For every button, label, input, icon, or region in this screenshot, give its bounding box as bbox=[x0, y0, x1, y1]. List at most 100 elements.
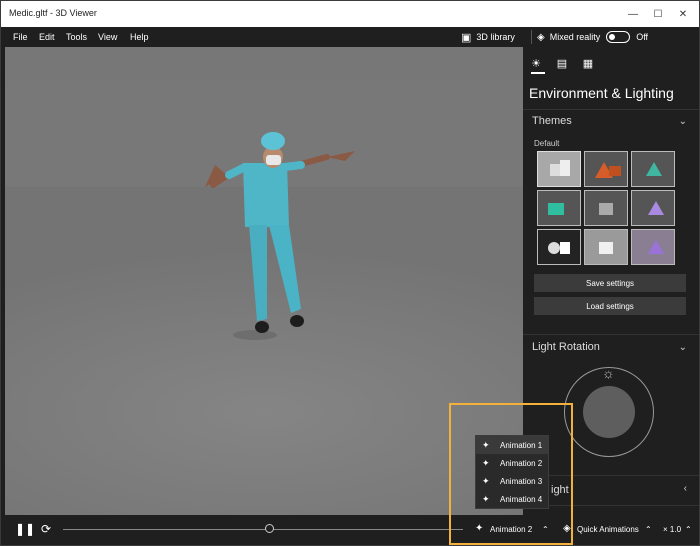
light-rotation-title[interactable]: Light Rotation bbox=[532, 341, 600, 353]
themes-section-title[interactable]: Themes bbox=[532, 115, 572, 127]
theme-tile[interactable] bbox=[584, 151, 628, 187]
timeline-track[interactable] bbox=[63, 529, 463, 530]
menu-view[interactable]: View bbox=[98, 32, 117, 42]
light-sphere bbox=[583, 386, 635, 438]
left-leg bbox=[249, 225, 267, 321]
menu-help[interactable]: Help bbox=[130, 32, 149, 42]
theme-tile[interactable] bbox=[537, 151, 581, 187]
chevron-down-icon[interactable]: ⌄ bbox=[679, 116, 687, 127]
scrubs-top bbox=[243, 163, 289, 227]
speed-label[interactable]: × 1.0 bbox=[663, 525, 681, 534]
save-settings-button[interactable]: Save settings bbox=[534, 274, 686, 292]
load-settings-button[interactable]: Load settings bbox=[534, 297, 686, 315]
timeline-thumb[interactable] bbox=[265, 524, 274, 533]
animation-item[interactable]: ✦ Animation 1 bbox=[476, 436, 548, 454]
menu-edit[interactable]: Edit bbox=[39, 32, 55, 42]
themes-sub-label: Default bbox=[534, 139, 560, 148]
quick-animations-icon[interactable]: ◈ bbox=[563, 523, 571, 534]
animation-item-label: Animation 3 bbox=[500, 476, 543, 486]
sun-tab-icon[interactable]: ☀ bbox=[529, 57, 543, 70]
animation-dropdown: ✦ Animation 1 ✦ Animation 2 ✦ Animation 3 ✦… bbox=[475, 435, 549, 509]
right-shoe bbox=[290, 315, 304, 327]
theme-shape bbox=[646, 162, 662, 176]
left-shoe bbox=[255, 321, 269, 333]
mixed-reality-state: Off bbox=[636, 32, 649, 42]
minimize-button[interactable]: — bbox=[621, 5, 645, 23]
grid-tab-icon[interactable]: ▦ bbox=[581, 57, 595, 70]
menu-tools[interactable]: Tools bbox=[66, 32, 87, 42]
chevron-up-icon[interactable]: ⌃ bbox=[542, 525, 549, 534]
right-sleeve bbox=[281, 161, 305, 171]
theme-shape bbox=[648, 201, 664, 215]
theme-tile[interactable] bbox=[631, 151, 675, 187]
theme-shape bbox=[548, 242, 560, 254]
animation-item[interactable]: ✦ Animation 3 bbox=[476, 472, 548, 490]
pause-icon[interactable]: ❚❚ bbox=[15, 522, 35, 536]
animation-icon: ✦ bbox=[482, 493, 490, 504]
quick-animations-label[interactable]: Quick Animations bbox=[577, 525, 639, 534]
3d-viewport[interactable] bbox=[5, 47, 523, 515]
chevron-up-icon[interactable]: ⌃ bbox=[645, 525, 652, 534]
toggle-switch[interactable] bbox=[606, 31, 631, 43]
environment-panel: ☀ ▤ ▦ Environment & Lighting Themes ⌄ De… bbox=[523, 47, 699, 515]
playback-bar: ❚❚ ⟳ ✦ Animation 2 ⌃ ◈ Quick Animations … bbox=[1, 515, 699, 545]
animation-icon[interactable]: ✦ bbox=[475, 523, 483, 534]
animation-item-label: Animation 4 bbox=[500, 494, 543, 504]
sun-icon[interactable]: ☼ bbox=[602, 365, 615, 381]
animation-item-label: Animation 2 bbox=[500, 458, 543, 468]
animation-item[interactable]: ✦ Animation 4 bbox=[476, 490, 548, 508]
theme-grid bbox=[537, 151, 683, 265]
active-tab-indicator bbox=[531, 72, 545, 74]
theme-tile[interactable] bbox=[631, 190, 675, 226]
loop-icon[interactable]: ⟳ bbox=[41, 522, 51, 536]
left-sleeve bbox=[225, 163, 249, 179]
chevron-down-icon[interactable]: ⌄ bbox=[679, 342, 687, 353]
theme-shape bbox=[599, 242, 613, 254]
stats-tab-icon[interactable]: ▤ bbox=[555, 57, 569, 70]
model-shadow bbox=[233, 330, 277, 340]
divider bbox=[523, 334, 699, 335]
theme-tile[interactable] bbox=[584, 190, 628, 226]
right-leg bbox=[269, 225, 301, 313]
3d-library-label: 3D library bbox=[476, 32, 515, 42]
app-window: Medic.gltf - 3D Viewer — ☐ ✕ File Edit T… bbox=[0, 0, 700, 546]
face-mask bbox=[266, 155, 281, 165]
theme-tile[interactable] bbox=[537, 229, 581, 265]
theme-tile[interactable] bbox=[537, 190, 581, 226]
current-animation-label[interactable]: Animation 2 bbox=[490, 525, 532, 534]
theme-shape bbox=[648, 240, 664, 254]
title-bar: Medic.gltf - 3D Viewer — ☐ ✕ bbox=[1, 1, 699, 27]
animation-item[interactable]: ✦ Animation 2 bbox=[476, 454, 548, 472]
right-hand bbox=[327, 151, 355, 161]
theme-tile[interactable] bbox=[584, 229, 628, 265]
maximize-button[interactable]: ☐ bbox=[646, 5, 670, 23]
animation-icon: ✦ bbox=[482, 439, 490, 450]
window-title: Medic.gltf - 3D Viewer bbox=[9, 8, 97, 18]
menu-file[interactable]: File bbox=[13, 32, 28, 42]
mixed-reality-toggle[interactable]: ◈ Mixed reality Off bbox=[537, 29, 648, 45]
panel-title: Environment & Lighting bbox=[529, 85, 674, 101]
theme-shape bbox=[609, 166, 621, 176]
chevron-up-icon[interactable]: ⌃ bbox=[685, 525, 692, 534]
divider bbox=[523, 475, 699, 476]
theme-shape bbox=[560, 160, 570, 176]
mixed-reality-label: Mixed reality bbox=[549, 32, 601, 42]
theme-shape bbox=[599, 203, 613, 215]
medic-model[interactable] bbox=[5, 47, 523, 515]
3d-library-button[interactable]: ▣ 3D library bbox=[461, 29, 515, 45]
divider bbox=[523, 505, 699, 506]
light-section-title[interactable]: ight bbox=[551, 484, 569, 496]
theme-tile[interactable] bbox=[631, 229, 675, 265]
animation-icon: ✦ bbox=[482, 457, 490, 468]
chevron-left-icon[interactable]: ‹ bbox=[684, 483, 687, 494]
surgical-cap bbox=[261, 132, 285, 150]
animation-icon: ✦ bbox=[482, 475, 490, 486]
mixed-reality-icon: ◈ bbox=[537, 31, 545, 43]
theme-shape bbox=[560, 242, 570, 254]
close-button[interactable]: ✕ bbox=[671, 5, 695, 23]
menu-bar: File Edit Tools View Help ▣ 3D library ◈… bbox=[1, 27, 699, 47]
divider bbox=[523, 109, 699, 110]
panel-tabs: ☀ ▤ ▦ bbox=[529, 57, 595, 71]
theme-shape bbox=[548, 203, 564, 215]
animation-item-label: Animation 1 bbox=[500, 440, 543, 450]
